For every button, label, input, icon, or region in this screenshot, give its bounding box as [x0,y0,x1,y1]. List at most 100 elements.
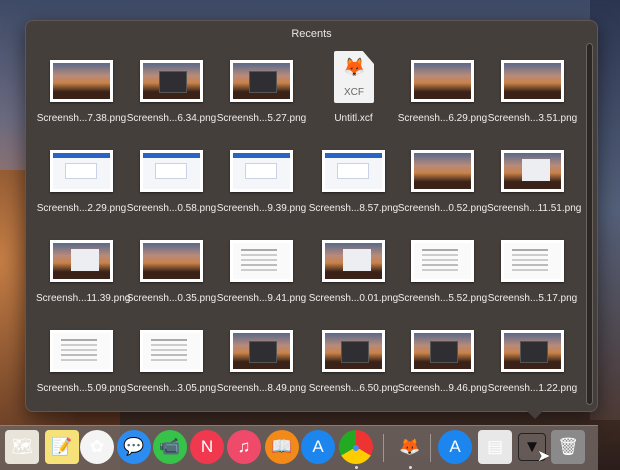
facetime-icon: 📹 [159,437,181,456]
screenshot-preview [233,243,290,279]
notes-icon: 📝 [51,437,73,456]
file-thumbnail [140,150,203,192]
file-thumbnail [230,60,293,102]
dock-item-applications[interactable]: A [438,430,472,464]
screenshot-preview [414,243,471,279]
screenshot-preview [504,153,561,189]
screenshot-preview [143,63,200,99]
file-item[interactable]: Screensh...3.05.png [126,323,217,413]
file-name: Screensh...0.52.png [397,203,488,214]
running-indicator [409,466,412,469]
app-store-icon: A [312,437,324,456]
file-name: Screensh...6.34.png [126,113,217,124]
screenshot-preview [53,243,110,279]
mouse-cursor-icon: ➤ [537,448,551,465]
file-thumbnail [411,330,474,372]
file-thumbnail [411,150,474,192]
file-name: Screensh...2.29.png [36,203,127,214]
file-item[interactable]: Screensh...6.29.png [397,53,488,143]
file-name: Screensh...6.50.png [308,383,399,394]
file-item[interactable]: Screensh...9.41.png [216,233,307,323]
messages-icon: 💬 [123,437,145,456]
file-item[interactable]: 🦊 XCF Untitl.xcf [308,51,399,143]
file-name: Screensh...5.09.png [36,383,127,394]
running-indicator [355,466,358,469]
file-item[interactable]: Screensh...6.50.png [308,323,399,413]
file-thumbnail [501,150,564,192]
dock-item-app-store[interactable]: A [301,430,335,464]
file-item[interactable]: Screensh...5.27.png [216,53,307,143]
screenshot-preview [414,63,471,99]
screenshot-preview [325,153,382,189]
file-name: Screensh...0.35.png [126,293,217,304]
file-item[interactable]: Screensh...3.51.png [487,53,578,143]
screenshot-preview [143,243,200,279]
file-grid: Screensh...7.38.png Screensh...6.34.png Sc… [36,51,582,413]
file-item[interactable]: Screensh...0.52.png [397,143,488,233]
scrollbar[interactable] [586,43,593,405]
dock-item-chrome[interactable]: ● [339,430,373,464]
screenshot-preview [504,243,561,279]
file-name: Screensh...3.51.png [487,113,578,124]
chrome-icon: ● [351,439,361,455]
file-thumbnail [50,60,113,102]
dock-item-notes[interactable]: 📝 [45,430,79,464]
file-item[interactable]: Screensh...5.17.png [487,233,578,323]
file-item[interactable]: Screensh...6.34.png [126,53,217,143]
dock-item-trash[interactable]: 🗑 [551,430,585,464]
file-thumbnail [411,240,474,282]
file-name: Screensh...0.01.png [308,293,399,304]
file-item[interactable]: Screensh...11.39.png [36,233,131,323]
file-item[interactable]: Screensh...8.57.png [308,143,399,233]
file-item[interactable]: Screensh...5.52.png [397,233,488,323]
file-name: Screensh...5.52.png [397,293,488,304]
dock-separator [383,434,384,462]
file-thumbnail [322,240,385,282]
screenshot-preview [233,333,290,369]
dock-item-news[interactable]: N [190,430,224,464]
file-thumbnail [230,330,293,372]
file-item[interactable]: Screensh...0.35.png [126,233,217,323]
screenshot-preview [233,153,290,189]
dock-item-books[interactable]: 📖 [265,430,299,464]
file-name: Untitl.xcf [334,113,373,124]
file-item[interactable]: Screensh...1.22.png [487,323,578,413]
file-item[interactable]: Screensh...8.49.png [216,323,307,413]
file-thumbnail [411,60,474,102]
file-item[interactable]: Screensh...0.01.png [308,233,399,323]
dock-item-maps[interactable]: 🗺 [5,430,39,464]
file-name: Screensh...0.58.png [126,203,217,214]
popup-title: Recents [291,28,332,40]
file-name: Screensh...11.39.png [36,293,131,304]
news-icon: N [200,437,214,456]
dock-item-facetime[interactable]: 📹 [153,430,187,464]
trash-icon: 🗑 [557,437,579,456]
screenshot-preview [414,153,471,189]
applications-folder-icon: A [449,437,461,456]
file-thumbnail [140,60,203,102]
dock: 🗺 📝 ✿ 💬 📹 N ♫ 📖 A ● 🦊 A ▤ ▼ 🗑 [0,425,598,470]
dock-item-gimp[interactable]: 🦊 [393,430,427,464]
dock-item-photos[interactable]: ✿ [80,430,114,464]
file-thumbnail [230,240,293,282]
file-name: Screensh...9.39.png [216,203,307,214]
dock-separator [430,434,431,462]
file-thumbnail [50,330,113,372]
dock-item-music[interactable]: ♫ [227,430,261,464]
screenshot-preview [325,243,382,279]
dock-item-messages[interactable]: 💬 [117,430,151,464]
file-name: Screensh...5.17.png [487,293,578,304]
file-item[interactable]: Screensh...2.29.png [36,143,127,233]
file-item[interactable]: Screensh...11.51.png [487,143,581,233]
file-item[interactable]: Screensh...9.46.png [397,323,488,413]
dock-item-downloads[interactable]: ▤ [478,430,512,464]
file-item[interactable]: Screensh...9.39.png [216,143,307,233]
file-item[interactable]: Screensh...0.58.png [126,143,217,233]
books-icon: 📖 [271,437,293,456]
file-item[interactable]: Screensh...5.09.png [36,323,127,413]
gimp-icon: 🦊 [399,437,421,456]
file-name: Screensh...6.29.png [397,113,488,124]
file-thumbnail [50,240,113,282]
file-item[interactable]: Screensh...7.38.png [36,53,127,143]
file-name: Screensh...9.41.png [216,293,307,304]
